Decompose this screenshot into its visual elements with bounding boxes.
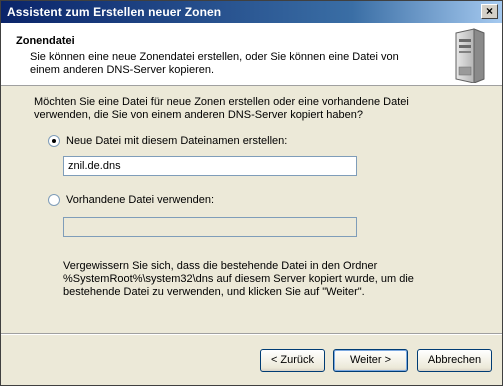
radio-new-file[interactable]: Neue Datei mit diesem Dateinamen erstell… [48,135,287,147]
cancel-button[interactable]: Abbrechen [417,349,492,372]
existing-file-input [63,217,357,237]
radio-existing-file-label[interactable]: Vorhandene Datei verwenden: [66,194,214,206]
server-icon [455,28,485,83]
radio-new-file-indicator[interactable] [48,135,60,147]
radio-new-file-label[interactable]: Neue Datei mit diesem Dateinamen erstell… [66,135,287,147]
footer-separator [1,333,502,335]
window-title: Assistent zum Erstellen neuer Zonen [7,5,222,19]
back-button[interactable]: < Zurück [260,349,325,372]
radio-existing-file-indicator[interactable] [48,194,60,206]
wizard-window: Assistent zum Erstellen neuer Zonen × Zo… [0,0,503,386]
next-button[interactable]: Weiter > [333,349,408,372]
header-description: Sie können eine neue Zonendatei erstelle… [30,51,399,76]
title-bar[interactable]: Assistent zum Erstellen neuer Zonen × [1,1,502,23]
wizard-header: Zonendatei Sie können eine neue Zonendat… [1,23,502,86]
radio-existing-file[interactable]: Vorhandene Datei verwenden: [48,194,214,206]
new-filename-input[interactable] [63,156,357,176]
close-button[interactable]: × [481,4,498,19]
wizard-body: Möchten Sie eine Datei für neue Zonen er… [1,86,502,333]
header-title: Zonendatei [16,35,75,47]
question-text: Möchten Sie eine Datei für neue Zonen er… [34,96,409,121]
copy-note: Vergewissern Sie sich, dass die bestehen… [63,260,414,298]
